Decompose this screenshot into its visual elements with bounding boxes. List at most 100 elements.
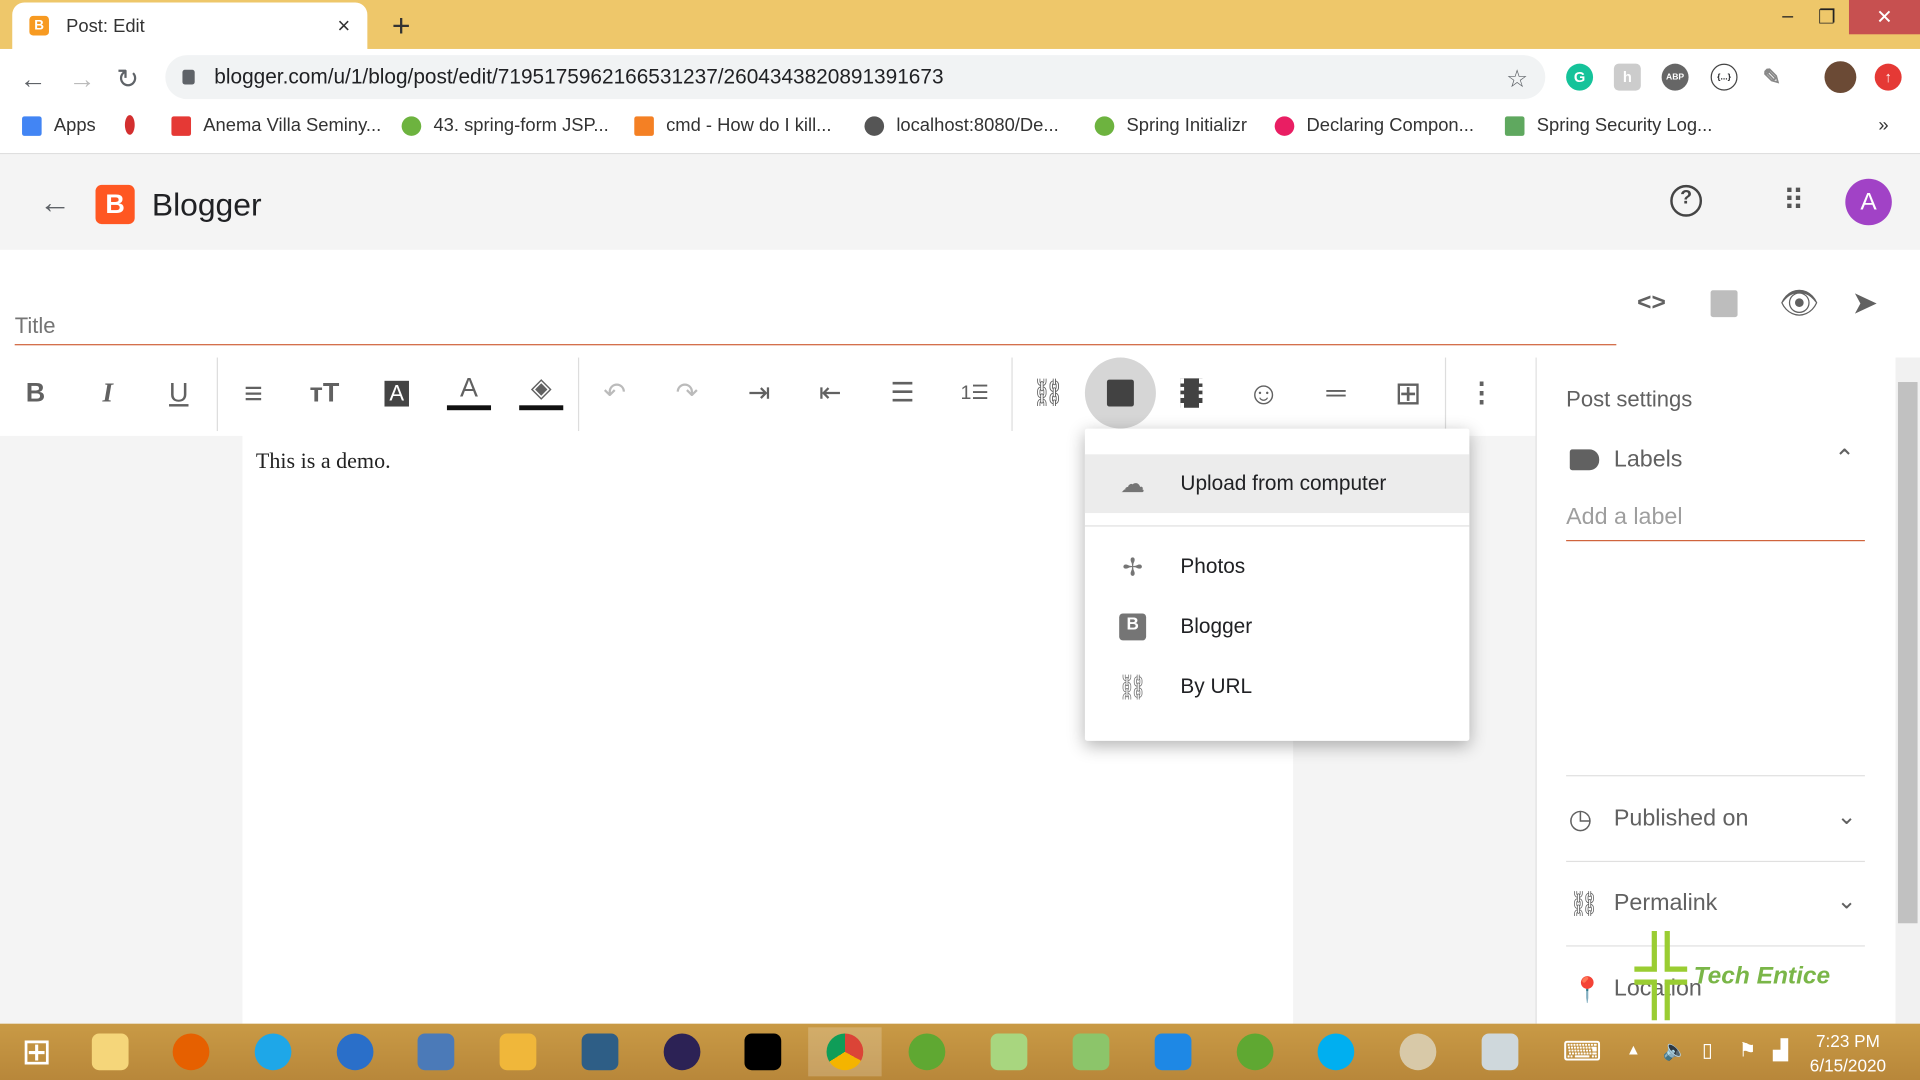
labels-header[interactable]: Labels xyxy=(1614,447,1683,474)
json-extension-icon[interactable]: {...} xyxy=(1710,63,1738,91)
insert-image-icon[interactable] xyxy=(1106,379,1134,407)
reload-icon[interactable]: ↻ xyxy=(116,64,139,96)
back-arrow-icon[interactable]: ← xyxy=(39,184,71,222)
new-tab-button[interactable]: + xyxy=(392,7,411,45)
taskbar-ie[interactable] xyxy=(236,1027,309,1076)
taskbar-firefox[interactable] xyxy=(154,1027,227,1076)
bookmark-star-icon[interactable]: ☆ xyxy=(1506,64,1528,95)
menu-item-upload[interactable]: ☁ Upload from computer xyxy=(1084,454,1470,514)
text-color-icon[interactable]: A xyxy=(446,371,492,411)
taskbar-mysql[interactable] xyxy=(563,1027,636,1076)
bookmark-spring-initializr[interactable]: Spring Initializr xyxy=(1094,115,1247,136)
bold-icon[interactable]: B xyxy=(13,371,57,415)
account-avatar[interactable]: A xyxy=(1845,178,1892,226)
align-icon[interactable]: ≡ xyxy=(231,371,275,415)
taskbar-files[interactable] xyxy=(972,1027,1045,1076)
eyedropper-extension-icon[interactable]: ✎ xyxy=(1758,64,1785,91)
cloud-upload-icon: ☁ xyxy=(1120,470,1145,498)
tray-expand-icon[interactable]: ▲ xyxy=(1626,1041,1641,1058)
fill-color-icon[interactable]: ◈ xyxy=(519,371,564,411)
network-signal-icon[interactable]: ▟ xyxy=(1773,1038,1788,1062)
taskbar-eclipse[interactable] xyxy=(645,1027,718,1076)
menu-item-photos[interactable]: ✢ Photos xyxy=(1085,538,1469,597)
table-icon[interactable]: ⊞ xyxy=(1386,371,1430,415)
title-input[interactable] xyxy=(14,308,1617,346)
menu-item-by-url[interactable]: ⛓ By URL xyxy=(1085,658,1469,717)
taskbar-notepad[interactable] xyxy=(1054,1027,1127,1076)
restore-button[interactable]: ❐ xyxy=(1802,0,1851,34)
action-center-flag-icon[interactable]: ⚑ xyxy=(1739,1038,1757,1062)
chevron-down-icon[interactable]: ⌄ xyxy=(1837,888,1856,916)
taskbar-cmd[interactable] xyxy=(726,1027,799,1076)
preview-eye-icon[interactable]: 👁 xyxy=(1779,284,1819,322)
system-clock[interactable]: 7:23 PM 6/15/2020 xyxy=(1810,1029,1886,1078)
redo-icon[interactable]: ↷ xyxy=(665,371,709,415)
taskbar-docs[interactable] xyxy=(1463,1027,1536,1076)
chevron-up-icon[interactable]: ⌃ xyxy=(1834,443,1855,474)
text-highlight-icon[interactable]: A xyxy=(384,380,409,406)
help-icon[interactable]: ? xyxy=(1670,184,1703,217)
scrollbar-thumb[interactable] xyxy=(1897,382,1918,924)
taskbar-sts[interactable] xyxy=(1218,1027,1291,1076)
indent-icon[interactable]: ⇥ xyxy=(737,371,781,415)
tab-close-button[interactable]: × xyxy=(337,13,350,39)
add-label-input[interactable]: Add a label xyxy=(1566,504,1865,542)
more-bookmarks-button[interactable]: » xyxy=(1878,115,1888,136)
outdent-icon[interactable]: ⇤ xyxy=(808,371,852,415)
bookmark-declaring[interactable]: Declaring Compon... xyxy=(1274,115,1474,136)
post-body-text[interactable]: This is a demo. xyxy=(256,448,391,474)
volume-icon[interactable]: 🔈 xyxy=(1663,1038,1687,1062)
clock-icon: ◷ xyxy=(1568,803,1593,834)
publish-send-icon[interactable]: ➤ xyxy=(1851,284,1878,322)
taskbar-tools[interactable] xyxy=(481,1027,554,1076)
back-icon[interactable]: ← xyxy=(20,64,47,96)
close-window-button[interactable]: ✕ xyxy=(1848,0,1920,35)
menu-item-blogger[interactable]: B Blogger xyxy=(1085,598,1469,657)
italic-icon[interactable]: I xyxy=(86,371,130,415)
taskbar-chrome[interactable] xyxy=(808,1027,882,1077)
taskbar-skype[interactable] xyxy=(1299,1027,1372,1076)
chevron-down-icon[interactable]: ⌄ xyxy=(1837,803,1856,831)
apps-grid-icon[interactable]: ⠿ xyxy=(1783,184,1804,220)
bookmark-apps[interactable]: Apps xyxy=(22,115,96,136)
bookmark-spring-form[interactable]: 43. spring-form JSP... xyxy=(401,115,609,136)
taskbar-explorer[interactable] xyxy=(73,1027,146,1076)
start-button[interactable]: ⊞ xyxy=(0,1027,73,1076)
save-icon[interactable] xyxy=(1710,290,1738,318)
emoji-icon[interactable]: ☺ xyxy=(1242,371,1286,415)
adblock-extension-icon[interactable]: ABP xyxy=(1661,63,1689,91)
honey-extension-icon[interactable]: h xyxy=(1613,63,1641,91)
forward-icon[interactable]: → xyxy=(69,64,96,96)
link-icon[interactable]: ⛓ xyxy=(1026,371,1070,415)
bookmark-localhost[interactable]: localhost:8080/De... xyxy=(864,115,1059,136)
profile-avatar[interactable] xyxy=(1824,61,1857,94)
browser-tab[interactable]: B Post: Edit × xyxy=(12,2,368,49)
grammarly-extension-icon[interactable]: G xyxy=(1566,63,1594,91)
font-size-icon[interactable]: ᴛT xyxy=(302,371,346,415)
bulleted-list-icon[interactable]: ☰ xyxy=(880,371,924,415)
insert-video-icon[interactable] xyxy=(1180,378,1203,408)
address-bar[interactable]: blogger.com/u/1/blog/post/edit/719517596… xyxy=(165,55,1546,100)
power-icon[interactable]: ▯ xyxy=(1702,1038,1713,1062)
bookmark-spring-security[interactable]: Spring Security Log... xyxy=(1504,115,1712,136)
undo-icon[interactable]: ↶ xyxy=(593,371,637,415)
bookmark-flame[interactable] xyxy=(124,115,147,135)
permalink-header[interactable]: Permalink xyxy=(1614,890,1717,917)
numbered-list-icon[interactable]: 1☰ xyxy=(953,371,997,415)
separator-icon[interactable]: ═ xyxy=(1314,371,1358,415)
more-options-icon[interactable]: ⋮ xyxy=(1460,371,1504,415)
bookmark-label: Apps xyxy=(53,115,96,136)
published-on-header[interactable]: Published on xyxy=(1614,806,1749,833)
underline-icon[interactable]: U xyxy=(157,371,201,415)
bookmark-cmd[interactable]: cmd - How do I kill... xyxy=(634,115,831,136)
taskbar-keyboard-app[interactable] xyxy=(399,1027,472,1076)
taskbar-vscode[interactable] xyxy=(1136,1027,1209,1076)
taskbar-thunderbird[interactable] xyxy=(318,1027,391,1076)
taskbar-paint[interactable] xyxy=(1381,1027,1454,1076)
update-icon[interactable]: ↑ xyxy=(1874,63,1902,91)
taskbar-spring[interactable] xyxy=(890,1027,963,1076)
html-view-icon[interactable]: <> xyxy=(1637,289,1666,317)
touch-keyboard-icon[interactable]: ⌨ xyxy=(1545,1027,1618,1076)
bookmark-anema[interactable]: Anema Villa Seminy... xyxy=(171,115,381,136)
blogger-logo: B xyxy=(95,184,135,225)
